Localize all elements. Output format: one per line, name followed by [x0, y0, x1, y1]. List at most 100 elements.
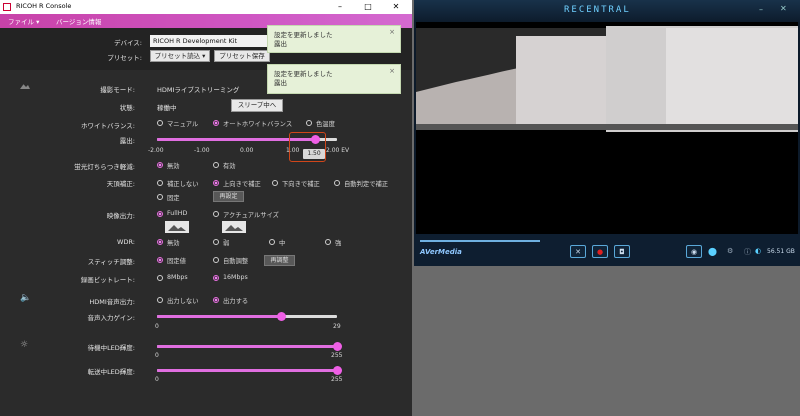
stitch-readjust-button[interactable]: 再調整 — [264, 255, 295, 266]
toast-detail: 露出 — [274, 40, 287, 48]
wb-radio-color-temp[interactable] — [306, 120, 312, 126]
toast-detail: 露出 — [274, 79, 287, 87]
mode-label: 撮影モード: — [100, 86, 135, 94]
exposure-label: 露出: — [119, 137, 135, 145]
zenith-radio-auto[interactable] — [334, 180, 340, 186]
stream-icon[interactable]: ⬤ — [708, 247, 717, 256]
window-title: RICOH R Console — [16, 2, 72, 10]
video-option-label: FullHD — [167, 210, 188, 217]
menu-version[interactable]: バージョン情報 — [56, 16, 101, 26]
wdr-radio-weak[interactable] — [213, 239, 219, 245]
info-icon[interactable]: ⓘ — [744, 247, 751, 257]
hdmi-audio-label: HDMI音声出力: — [89, 298, 135, 306]
flicker-radio-off[interactable] — [157, 162, 163, 168]
standby-led-thumb[interactable] — [333, 342, 342, 351]
wb-option-label: オートホワイトバランス — [223, 121, 293, 128]
toast-notification: 設定を更新しました 露出 × — [267, 64, 401, 94]
flicker-option-label: 無効 — [167, 163, 180, 170]
minimize-icon[interactable]: – — [328, 0, 352, 14]
wb-option-label: マニュアル — [167, 121, 199, 128]
audio-gain-slider[interactable] — [157, 315, 337, 318]
app-icon — [3, 3, 11, 11]
toast-notification: 設定を更新しました 露出 × — [267, 25, 401, 53]
zenith-reset-button[interactable]: 再設定 — [213, 191, 244, 202]
settings-icon[interactable]: ⚙ — [727, 247, 733, 255]
wdr-option-label: 弱 — [223, 240, 230, 247]
status-label: 状態: — [119, 104, 135, 112]
preset-load-button[interactable]: プリセット読込 ▾ — [150, 50, 210, 62]
transfer-led-fill — [157, 369, 337, 372]
wdr-radio-off[interactable] — [157, 239, 163, 245]
volume-bar[interactable] — [420, 240, 540, 242]
video-radio-fullhd[interactable] — [157, 211, 163, 217]
white-balance-label: ホワイトバランス: — [80, 122, 135, 130]
close-icon[interactable]: ✕ — [780, 4, 787, 13]
zenith-option-label: 補正しない — [167, 181, 199, 188]
recentral-title-bar: RECENTRAL – ✕ — [414, 0, 800, 22]
standby-led-max: 255 — [331, 352, 343, 359]
mute-icon[interactable]: ✕ — [570, 245, 586, 258]
stitch-option-label: 自動調整 — [223, 258, 249, 265]
stitch-radio-auto[interactable] — [213, 257, 219, 263]
hdmi-audio-radio-off[interactable] — [157, 297, 163, 303]
hdmi-audio-option-label: 出力する — [223, 298, 249, 305]
fullhd-preview-icon — [165, 221, 189, 233]
bitrate-radio-16[interactable] — [213, 275, 219, 281]
minimize-icon[interactable]: – — [759, 5, 763, 14]
brightness-icon: ☼ — [20, 340, 29, 350]
zenith-radio-down[interactable] — [272, 180, 278, 186]
stitch-radio-fixed[interactable] — [157, 257, 163, 263]
brand-logo: AVerMedia — [420, 248, 462, 256]
zenith-radio-none[interactable] — [157, 180, 163, 186]
zenith-radio-fixed[interactable] — [157, 194, 163, 200]
stitch-option-label: 固定値 — [167, 258, 186, 265]
zenith-option-label: 固定 — [167, 195, 180, 202]
flicker-radio-on[interactable] — [213, 162, 219, 168]
sleep-button[interactable]: スリープ中へ — [231, 99, 283, 112]
transfer-led-max: 255 — [331, 376, 343, 383]
recentral-window: RECENTRAL – ✕ AVerMedia 56.51 GB ✕ ● ◘ ◉… — [414, 0, 800, 266]
bitrate-radio-8[interactable] — [157, 275, 163, 281]
toast-title: 設定を更新しました — [274, 31, 333, 39]
transfer-led-min: 0 — [155, 376, 159, 383]
standby-led-label: 待機中LED輝度: — [87, 344, 135, 352]
video-preview — [416, 22, 798, 234]
wdr-option-label: 強 — [335, 240, 342, 247]
wdr-radio-mid[interactable] — [269, 239, 275, 245]
device-select[interactable]: RICOH R Development Kit — [150, 35, 270, 47]
storage-value: 56.51 GB — [767, 248, 795, 255]
exposure-tick: -1.00 — [194, 147, 210, 154]
preview-toggle-icon[interactable]: ◉ — [686, 245, 702, 258]
zenith-radio-up[interactable] — [213, 180, 219, 186]
toast-close-icon[interactable]: × — [389, 67, 395, 76]
toast-close-icon[interactable]: × — [389, 28, 395, 37]
toast-title: 設定を更新しました — [274, 70, 333, 78]
storage-icon: ◐ — [755, 247, 762, 255]
standby-led-slider[interactable] — [157, 345, 337, 348]
audio-gain-max: 29 — [333, 323, 341, 330]
menu-file[interactable]: ファイル ▾ — [8, 16, 39, 26]
preset-save-button[interactable]: プリセット保存 — [214, 50, 270, 62]
zenith-option-label: 下向きで補正 — [282, 181, 320, 188]
preset-label: プリセット: — [107, 54, 142, 62]
maximize-icon[interactable]: □ — [356, 0, 380, 14]
wb-radio-manual[interactable] — [157, 120, 163, 126]
transfer-led-thumb[interactable] — [333, 366, 342, 375]
audio-gain-thumb[interactable] — [277, 312, 287, 321]
wdr-radio-strong[interactable] — [325, 239, 331, 245]
zenith-option-label: 上向きで補正 — [223, 181, 261, 188]
standby-led-min: 0 — [155, 352, 159, 359]
transfer-led-slider[interactable] — [157, 369, 337, 372]
stitch-label: スティッチ調整: — [87, 258, 135, 266]
record-button[interactable]: ● — [592, 245, 608, 258]
speaker-icon: 🔈 — [20, 293, 32, 303]
snapshot-icon[interactable]: ◘ — [614, 245, 630, 258]
bitrate-option-label: 8Mbps — [167, 274, 188, 281]
close-icon[interactable]: ✕ — [384, 0, 408, 14]
ricoh-console-window: RICOH R Console – □ ✕ ファイル ▾ バージョン情報 デバイ… — [0, 0, 412, 416]
wb-radio-auto[interactable] — [213, 120, 219, 126]
hdmi-audio-option-label: 出力しない — [167, 298, 199, 305]
video-radio-actual[interactable] — [213, 211, 219, 217]
hdmi-audio-radio-on[interactable] — [213, 297, 219, 303]
image-icon — [20, 84, 30, 89]
